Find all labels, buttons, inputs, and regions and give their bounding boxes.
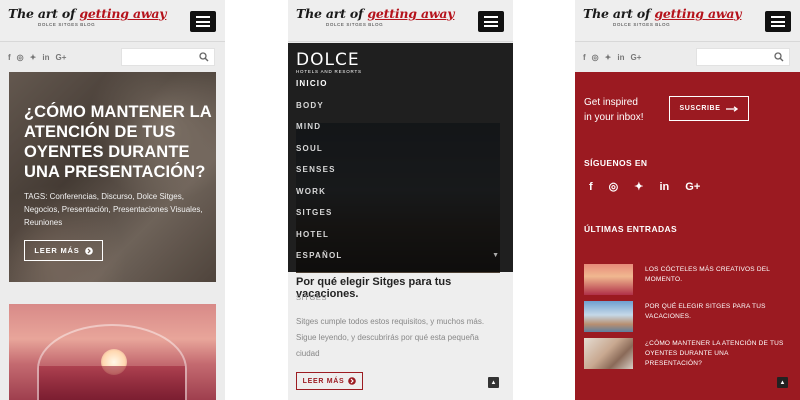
linkedin-icon[interactable]: in bbox=[660, 181, 670, 193]
menu-item-mind[interactable]: MIND bbox=[296, 122, 342, 144]
screen-menu-open: The art of getting away DOLCE SITGES BLO… bbox=[288, 0, 513, 400]
site-logo[interactable]: The art of getting away DOLCE SITGES BLO… bbox=[583, 6, 742, 34]
arrow-right-icon bbox=[84, 246, 93, 255]
menu-item-inicio[interactable]: INICIO bbox=[296, 79, 342, 101]
menu-item-sitges[interactable]: SITGES bbox=[296, 208, 342, 230]
instagram-icon[interactable]: ◎ bbox=[609, 180, 619, 193]
menu-toggle-button[interactable] bbox=[765, 11, 791, 32]
list-item[interactable]: ¿CÓMO MANTENER LA ATENCIÓN DE TUS OYENTE… bbox=[584, 338, 794, 375]
menu-item-work[interactable]: WORK bbox=[296, 187, 342, 209]
site-logo[interactable]: The art of getting away DOLCE SITGES BLO… bbox=[8, 6, 167, 34]
arrow-right-icon bbox=[348, 377, 357, 385]
social-links: f ◎ ✦ in G+ bbox=[8, 53, 66, 62]
chevron-down-icon[interactable]: ▼ bbox=[492, 252, 499, 259]
menu-toggle-button[interactable] bbox=[478, 11, 504, 32]
list-item[interactable]: POR QUÉ ELEGIR SITGES PARA TUS VACACIONE… bbox=[584, 301, 794, 338]
post-title[interactable]: Por qué elegir Sitges para tus vacacione… bbox=[296, 276, 513, 300]
screen-footer: The art of getting away DOLCE SITGES BLO… bbox=[575, 0, 800, 400]
latest-posts-title: ÚLTIMAS ENTRADAS bbox=[584, 224, 678, 234]
google-plus-icon[interactable]: G+ bbox=[685, 181, 700, 193]
site-logo[interactable]: The art of getting away DOLCE SITGES BLO… bbox=[296, 6, 455, 34]
instagram-icon[interactable]: ◎ bbox=[592, 53, 599, 62]
site-header: The art of getting away DOLCE SITGES BLO… bbox=[0, 0, 225, 42]
linkedin-icon[interactable]: in bbox=[42, 53, 49, 62]
site-header: The art of getting away DOLCE SITGES BLO… bbox=[575, 0, 800, 42]
twitter-icon[interactable]: ✦ bbox=[634, 180, 643, 193]
facebook-icon[interactable]: f bbox=[583, 53, 586, 62]
post-card-image[interactable] bbox=[9, 304, 216, 400]
post-link[interactable]: LOS CÓCTELES MÁS CREATIVOS DEL MOMENTO. bbox=[645, 265, 785, 285]
post-link[interactable]: ¿CÓMO MANTENER LA ATENCIÓN DE TUS OYENTE… bbox=[645, 339, 785, 369]
hero-title[interactable]: ¿CÓMO MANTENER LA ATENCIÓN DE TUS OYENTE… bbox=[24, 102, 214, 182]
list-item[interactable]: LOS CÓCTELES MÁS CREATIVOS DEL MOMENTO. bbox=[584, 264, 794, 301]
facebook-icon[interactable]: f bbox=[589, 181, 593, 193]
footer-social-links: f ◎ ✦ in G+ bbox=[589, 180, 700, 194]
menu-item-language[interactable]: ESPAÑOL bbox=[296, 251, 342, 273]
twitter-icon[interactable]: ✦ bbox=[30, 53, 37, 62]
google-plus-icon[interactable]: G+ bbox=[630, 53, 641, 62]
site-header: The art of getting away DOLCE SITGES BLO… bbox=[288, 0, 513, 42]
menu-item-body[interactable]: BODY bbox=[296, 101, 342, 123]
follow-us-title: SÍGUENOS EN bbox=[584, 158, 648, 168]
post-thumbnail[interactable] bbox=[584, 338, 633, 369]
footer-panel: Get inspired in your inbox! SUSCRIBE SÍG… bbox=[575, 72, 800, 400]
nav-menu-overlay: DOLCE HOTELS AND RESORTS INICIO BODY MIN… bbox=[288, 43, 513, 272]
newsletter-text: Get inspired in your inbox! bbox=[584, 97, 644, 123]
post-excerpt: Sitges cumple todos estos requisitos, y … bbox=[296, 317, 485, 358]
screen-home: The art of getting away DOLCE SITGES BLO… bbox=[0, 0, 225, 400]
menu-item-hotel[interactable]: HOTEL bbox=[296, 230, 342, 252]
social-links: f ◎ ✦ in G+ bbox=[583, 53, 641, 62]
post-thumbnail[interactable] bbox=[584, 301, 633, 332]
post-link[interactable]: POR QUÉ ELEGIR SITGES PARA TUS VACACIONE… bbox=[645, 302, 785, 322]
linkedin-icon[interactable]: in bbox=[617, 53, 624, 62]
search-icon[interactable] bbox=[199, 52, 209, 62]
google-plus-icon[interactable]: G+ bbox=[55, 53, 66, 62]
search-input[interactable] bbox=[696, 48, 790, 66]
twitter-icon[interactable]: ✦ bbox=[605, 53, 612, 62]
subscribe-button[interactable]: SUSCRIBE bbox=[669, 96, 749, 121]
scroll-to-top-button[interactable]: ▲ bbox=[777, 377, 788, 388]
menu-item-soul[interactable]: SOUL bbox=[296, 144, 342, 166]
read-more-button[interactable]: LEER MÁS bbox=[296, 372, 363, 390]
logo-subtitle: DOLCE SITGES BLOG bbox=[613, 22, 671, 27]
search-icon[interactable] bbox=[774, 52, 784, 62]
latest-posts-list: LOS CÓCTELES MÁS CREATIVOS DEL MOMENTO. … bbox=[584, 264, 794, 375]
logo-subtitle: DOLCE SITGES BLOG bbox=[326, 22, 384, 27]
logo-subtitle: DOLCE SITGES BLOG bbox=[38, 22, 96, 27]
dolce-logo[interactable]: DOLCE HOTELS AND RESORTS bbox=[296, 50, 362, 74]
long-arrow-right-icon bbox=[726, 105, 739, 112]
read-more-button[interactable]: LEER MÁS bbox=[24, 240, 103, 261]
post-category[interactable]: SITGES bbox=[296, 293, 327, 302]
post-thumbnail[interactable] bbox=[584, 264, 633, 295]
scroll-to-top-button[interactable]: ▲ bbox=[488, 377, 499, 388]
nav-menu: INICIO BODY MIND SOUL SENSES WORK SITGES… bbox=[296, 79, 342, 273]
menu-item-senses[interactable]: SENSES bbox=[296, 165, 342, 187]
instagram-icon[interactable]: ◎ bbox=[17, 53, 24, 62]
hero-tags: TAGS: Conferencias, Discurso, Dolce Sitg… bbox=[24, 192, 203, 227]
menu-toggle-button[interactable] bbox=[190, 11, 216, 32]
search-input[interactable] bbox=[121, 48, 215, 66]
facebook-icon[interactable]: f bbox=[8, 53, 11, 62]
featured-post-hero[interactable]: ¿CÓMO MANTENER LA ATENCIÓN DE TUS OYENTE… bbox=[9, 72, 216, 282]
